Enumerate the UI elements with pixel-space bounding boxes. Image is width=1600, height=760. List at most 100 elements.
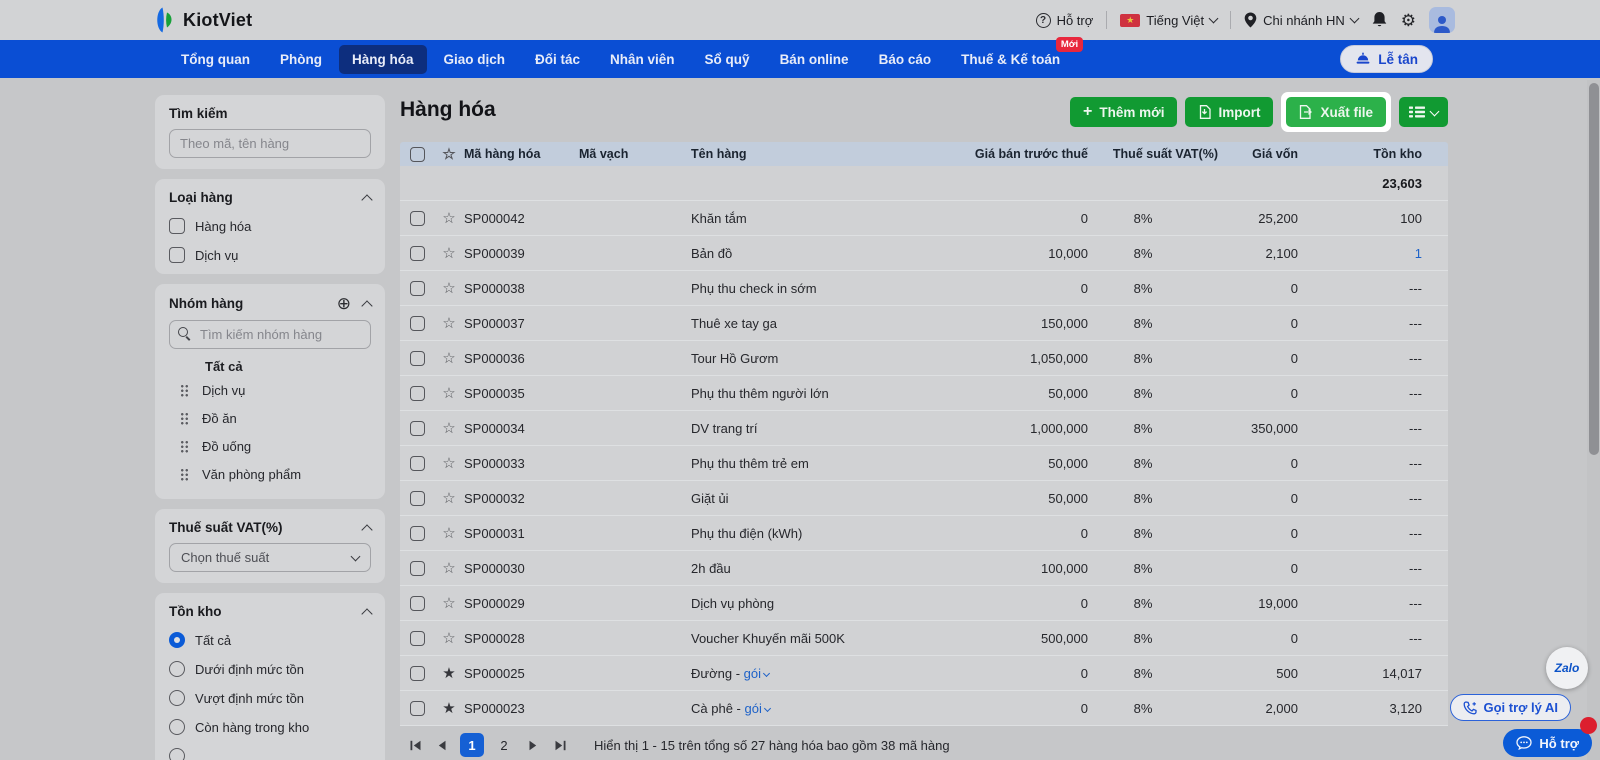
stock-filter-option[interactable]: Vượt định mức tồn [169,690,371,706]
product-group-item[interactable]: Văn phòng phẩm [169,460,371,488]
table-row[interactable]: ☆ SP000034 DV trang trí 1,000,000 8% 350… [400,411,1448,446]
row-checkbox[interactable] [409,210,425,226]
col-name[interactable]: Tên hàng [691,147,938,161]
favorite-star-icon[interactable]: ★ [434,666,464,681]
row-checkbox[interactable] [409,280,425,296]
nav-tab[interactable]: Tổng quan [168,45,263,74]
row-checkbox[interactable] [409,420,425,436]
add-group-icon[interactable]: ⊕ [337,295,351,312]
nav-tab[interactable]: Thuế & Kế toán Mới [948,36,1084,74]
stock-filter-option-partial[interactable] [169,748,371,760]
row-checkbox[interactable] [409,630,425,646]
product-group-item[interactable]: Đồ uống [169,432,371,460]
drag-handle-icon[interactable] [180,411,189,426]
row-checkbox[interactable] [409,525,425,541]
zalo-chat-button[interactable]: Zalo [1546,647,1588,689]
col-code[interactable]: Mã hàng hóa [464,147,579,161]
row-checkbox[interactable] [409,315,425,331]
page-number-2[interactable]: 2 [493,733,515,757]
row-checkbox[interactable] [409,245,425,261]
radio-icon[interactable] [169,719,185,735]
table-row[interactable]: ☆ SP000032 Giặt ủi 50,000 8% 0 --- [400,481,1448,516]
user-avatar[interactable] [1429,7,1455,33]
favorite-star-icon[interactable]: ☆ [434,526,464,541]
add-new-button[interactable]: + Thêm mới [1070,97,1178,127]
table-row[interactable]: ★ SP000025 Đường - gói 0 8% 500 14,017 [400,656,1448,691]
scrollbar-thumb[interactable] [1588,83,1599,455]
brand-logo[interactable]: KiotViet [152,0,252,40]
drag-handle-icon[interactable] [180,467,189,482]
favorite-star-icon[interactable]: ☆ [434,491,464,506]
notifications-bell-icon[interactable] [1371,11,1388,29]
stock-filter-option[interactable]: Còn hàng trong kho [169,719,371,735]
support-chat-button[interactable]: Hỗ trợ [1503,729,1592,757]
col-barcode[interactable]: Mã vạch [579,147,691,161]
favorite-star-icon[interactable]: ☆ [434,421,464,436]
last-page-button[interactable] [551,735,569,755]
unit-link[interactable]: gói [744,701,761,716]
collapse-chevron-icon[interactable] [361,193,373,206]
prev-page-button[interactable] [433,735,451,755]
unit-link[interactable]: gói [744,666,761,681]
type-filter-option[interactable]: Hàng hóa [169,218,371,234]
favorite-star-icon[interactable]: ☆ [434,631,464,646]
product-search-input[interactable] [169,129,371,158]
table-row[interactable]: ☆ SP000033 Phụ thu thêm trẻ em 50,000 8%… [400,446,1448,481]
table-row[interactable]: ☆ SP000036 Tour Hồ Gươm 1,050,000 8% 0 -… [400,341,1448,376]
col-vat[interactable]: Thuế suất VAT(%) [1088,147,1218,161]
radio-icon[interactable] [169,661,185,677]
row-checkbox[interactable] [409,595,425,611]
settings-gear-icon[interactable]: ⚙ [1401,12,1416,29]
row-checkbox[interactable] [409,455,425,471]
favorite-star-icon[interactable]: ☆ [434,211,464,226]
row-checkbox[interactable] [409,350,425,366]
table-row[interactable]: ★ SP000023 Cà phê - gói 0 8% 2,000 3,120 [400,691,1448,726]
product-group-item[interactable]: Dịch vụ [169,376,371,404]
row-checkbox[interactable] [409,560,425,576]
nav-tab[interactable]: Giao dịch [431,45,519,74]
first-page-button[interactable] [406,735,424,755]
nav-tab[interactable]: Hàng hóa [338,44,427,74]
group-item-all[interactable]: Tất cả [205,359,371,374]
favorite-star-icon[interactable]: ☆ [434,596,464,611]
table-row[interactable]: ☆ SP000038 Phụ thu check in sớm 0 8% 0 -… [400,271,1448,306]
collapse-chevron-icon[interactable] [361,523,373,536]
table-row[interactable]: ☆ SP000035 Phụ thu thêm người lớn 50,000… [400,376,1448,411]
vat-select[interactable]: Chọn thuế suất [169,543,371,572]
help-menu[interactable]: ? Hỗ trợ [1035,12,1093,28]
table-row[interactable]: ☆ SP000037 Thuê xe tay ga 150,000 8% 0 -… [400,306,1448,341]
stock-filter-option[interactable]: Tất cả [169,632,371,648]
table-row[interactable]: ☆ SP000028 Voucher Khuyến mãi 500K 500,0… [400,621,1448,656]
row-checkbox[interactable] [409,665,425,681]
row-checkbox[interactable] [409,385,425,401]
drag-handle-icon[interactable] [180,439,189,454]
favorite-star-icon[interactable]: ☆ [434,246,464,261]
reception-button[interactable]: Lễ tân [1340,45,1433,73]
row-checkbox[interactable] [409,700,425,716]
col-price[interactable]: Giá bán trước thuế [938,147,1088,161]
select-all-checkbox[interactable] [409,146,425,162]
stock-filter-option[interactable]: Dưới định mức tồn [169,661,371,677]
nav-tab[interactable]: Báo cáo [866,45,945,74]
export-file-button[interactable]: Xuất file [1286,97,1386,127]
favorite-star-icon[interactable]: ★ [434,701,464,716]
table-row[interactable]: ☆ SP000042 Khăn tắm 0 8% 25,200 100 [400,201,1448,236]
col-stock[interactable]: Tồn kho [1298,147,1448,161]
table-row[interactable]: ☆ SP000029 Dịch vụ phòng 0 8% 19,000 --- [400,586,1448,621]
product-group-item[interactable]: Đồ ăn [169,404,371,432]
drag-handle-icon[interactable] [180,383,189,398]
nav-tab[interactable]: Nhân viên [597,45,688,74]
radio-icon[interactable] [169,632,185,648]
import-button[interactable]: Import [1185,97,1274,127]
language-selector[interactable]: ★ Tiếng Việt [1120,13,1219,28]
checkbox-icon[interactable] [169,247,185,263]
favorite-star-icon[interactable]: ☆ [434,456,464,471]
ai-assistant-call-button[interactable]: Gọi trợ lý AI [1449,694,1571,721]
radio-icon[interactable] [169,690,185,706]
type-filter-option[interactable]: Dịch vụ [169,247,371,263]
favorite-star-icon[interactable]: ☆ [434,316,464,331]
collapse-chevron-icon[interactable] [361,299,373,312]
table-row[interactable]: ☆ SP000030 2h đầu 100,000 8% 0 --- [400,551,1448,586]
radio-icon[interactable] [169,748,185,760]
table-row[interactable]: ☆ SP000039 Bản đồ 10,000 8% 2,100 1 [400,236,1448,271]
